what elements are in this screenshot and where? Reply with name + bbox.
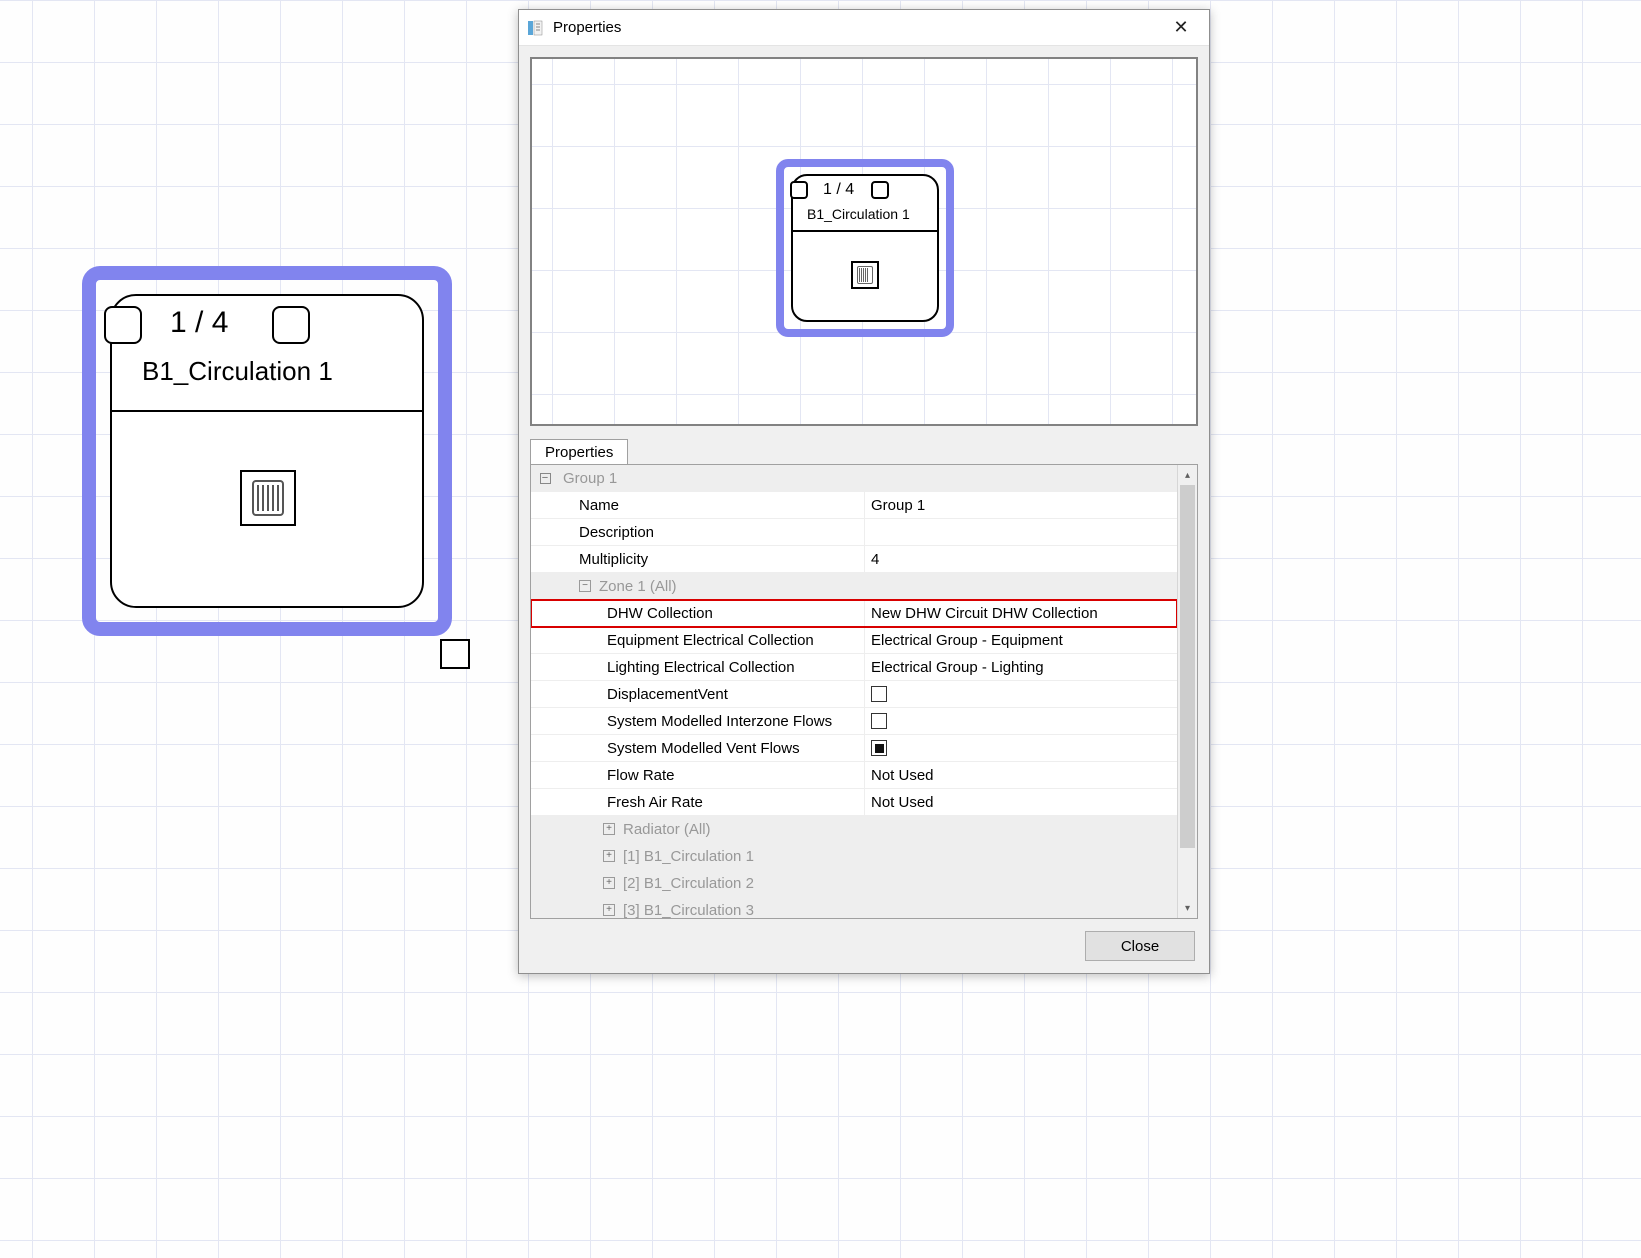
node-name-label: B1_Circulation 1 bbox=[142, 356, 333, 387]
preview-port-left bbox=[790, 181, 808, 199]
property-row[interactable]: Lighting Electrical Collection Electrical… bbox=[531, 654, 1177, 681]
dialog-title: Properties bbox=[553, 19, 1161, 36]
collapse-icon[interactable]: − bbox=[579, 580, 591, 592]
property-value-text: Not Used bbox=[871, 794, 934, 811]
property-label: Multiplicity bbox=[559, 546, 865, 572]
property-value[interactable]: Group 1 bbox=[865, 492, 1177, 518]
dialog-close-button[interactable]: ✕ bbox=[1161, 10, 1201, 45]
preview-count-label: 1 / 4 bbox=[823, 181, 854, 199]
child-header: +Radiator (All) bbox=[559, 816, 1177, 842]
tab-properties[interactable]: Properties bbox=[530, 439, 628, 465]
expand-icon[interactable]: + bbox=[603, 877, 615, 889]
property-label: Lighting Electrical Collection bbox=[559, 654, 865, 680]
radiator-icon bbox=[240, 470, 296, 526]
property-value[interactable]: 4 bbox=[865, 546, 1177, 572]
node-port-left[interactable] bbox=[104, 306, 142, 344]
checkbox[interactable] bbox=[871, 686, 887, 702]
group-header: Group 1 bbox=[559, 465, 865, 491]
property-label: System Modelled Interzone Flows bbox=[559, 708, 865, 734]
property-row[interactable]: Fresh Air Rate Not Used bbox=[531, 789, 1177, 816]
scroll-thumb[interactable] bbox=[1180, 485, 1195, 848]
preview-port-right bbox=[871, 181, 889, 199]
property-value[interactable]: Not Used bbox=[865, 762, 1177, 788]
canvas-handle[interactable] bbox=[440, 639, 470, 669]
property-value-text: Electrical Group - Equipment bbox=[871, 632, 1063, 649]
dialog-preview-canvas[interactable]: 1 / 4 B1_Circulation 1 bbox=[530, 57, 1198, 426]
expand-icon[interactable]: + bbox=[603, 823, 615, 835]
property-row[interactable]: Equipment Electrical Collection Electrica… bbox=[531, 627, 1177, 654]
preview-node-body: 1 / 4 B1_Circulation 1 bbox=[791, 174, 939, 322]
property-value[interactable] bbox=[865, 681, 1177, 707]
property-value-text: Electrical Group - Lighting bbox=[871, 659, 1044, 676]
property-group-header[interactable]: −Group 1 bbox=[531, 465, 1177, 492]
property-value[interactable] bbox=[865, 519, 1177, 545]
property-value[interactable]: Electrical Group - Equipment bbox=[865, 627, 1177, 653]
property-value[interactable]: Electrical Group - Lighting bbox=[865, 654, 1177, 680]
scrollbar-vertical[interactable]: ▴ ▾ bbox=[1177, 465, 1197, 918]
property-value[interactable] bbox=[865, 708, 1177, 734]
scroll-down-icon[interactable]: ▾ bbox=[1178, 898, 1197, 918]
preview-name-label: B1_Circulation 1 bbox=[807, 206, 910, 222]
scroll-up-icon[interactable]: ▴ bbox=[1178, 465, 1197, 485]
child-header: +[3] B1_Circulation 3 bbox=[559, 897, 1177, 918]
property-label: DisplacementVent bbox=[559, 681, 865, 707]
preview-node-group[interactable]: 1 / 4 B1_Circulation 1 bbox=[776, 159, 954, 337]
canvas-node-group[interactable]: 1 / 4 B1_Circulation 1 bbox=[82, 266, 452, 636]
property-child-header[interactable]: +Radiator (All) bbox=[531, 816, 1177, 843]
radiator-icon bbox=[851, 261, 879, 289]
property-label: Description bbox=[559, 519, 865, 545]
dialog-titlebar[interactable]: Properties ✕ bbox=[519, 10, 1209, 46]
node-body[interactable]: 1 / 4 B1_Circulation 1 bbox=[110, 294, 424, 608]
property-child-header[interactable]: +[3] B1_Circulation 3 bbox=[531, 897, 1177, 918]
expand-icon[interactable]: + bbox=[603, 850, 615, 862]
property-label: DHW Collection bbox=[559, 600, 865, 626]
child-header: +[2] B1_Circulation 2 bbox=[559, 870, 1177, 896]
child-header: +[1] B1_Circulation 1 bbox=[559, 843, 1177, 869]
property-label: Equipment Electrical Collection bbox=[559, 627, 865, 653]
property-row[interactable]: Description bbox=[531, 519, 1177, 546]
property-row[interactable]: DHW Collection New DHW Circuit DHW Collec… bbox=[531, 600, 1177, 627]
property-value[interactable]: Not Used bbox=[865, 789, 1177, 815]
close-icon: ✕ bbox=[1173, 17, 1188, 38]
property-row[interactable]: NameGroup 1 bbox=[531, 492, 1177, 519]
node-port-right[interactable] bbox=[272, 306, 310, 344]
property-label: Flow Rate bbox=[559, 762, 865, 788]
collapse-icon[interactable]: − bbox=[531, 472, 559, 484]
property-child-header[interactable]: +[1] B1_Circulation 1 bbox=[531, 843, 1177, 870]
zone-header: −Zone 1 (All) bbox=[559, 573, 865, 599]
property-label: System Modelled Vent Flows bbox=[559, 735, 865, 761]
property-row[interactable]: DisplacementVent bbox=[531, 681, 1177, 708]
properties-dialog: Properties ✕ 1 / 4 B1_Circulation 1 Prop… bbox=[518, 9, 1210, 974]
close-button[interactable]: Close bbox=[1085, 931, 1195, 961]
property-child-header[interactable]: +[2] B1_Circulation 2 bbox=[531, 870, 1177, 897]
property-label: Fresh Air Rate bbox=[559, 789, 865, 815]
checkbox[interactable] bbox=[871, 713, 887, 729]
property-row[interactable]: Multiplicity4 bbox=[531, 546, 1177, 573]
property-value-text: Not Used bbox=[871, 767, 934, 784]
node-count-label: 1 / 4 bbox=[170, 306, 228, 340]
checkbox[interactable] bbox=[871, 740, 887, 756]
dialog-footer: Close bbox=[519, 919, 1209, 973]
property-row[interactable]: Flow Rate Not Used bbox=[531, 762, 1177, 789]
node-titlebar: 1 / 4 B1_Circulation 1 bbox=[112, 296, 422, 412]
property-value[interactable]: New DHW Circuit DHW Collection bbox=[865, 600, 1177, 626]
expand-icon[interactable]: + bbox=[603, 904, 615, 916]
property-label: Name bbox=[559, 492, 865, 518]
tabstrip: Properties bbox=[530, 434, 1198, 464]
property-value[interactable] bbox=[865, 735, 1177, 761]
property-grid[interactable]: −Group 1NameGroup 1DescriptionMultiplici… bbox=[530, 464, 1198, 919]
app-icon bbox=[527, 20, 543, 36]
property-value-text: New DHW Circuit DHW Collection bbox=[871, 605, 1098, 622]
property-subgroup-header[interactable]: −Zone 1 (All) bbox=[531, 573, 1177, 600]
property-row[interactable]: System Modelled Interzone Flows bbox=[531, 708, 1177, 735]
property-row[interactable]: System Modelled Vent Flows bbox=[531, 735, 1177, 762]
